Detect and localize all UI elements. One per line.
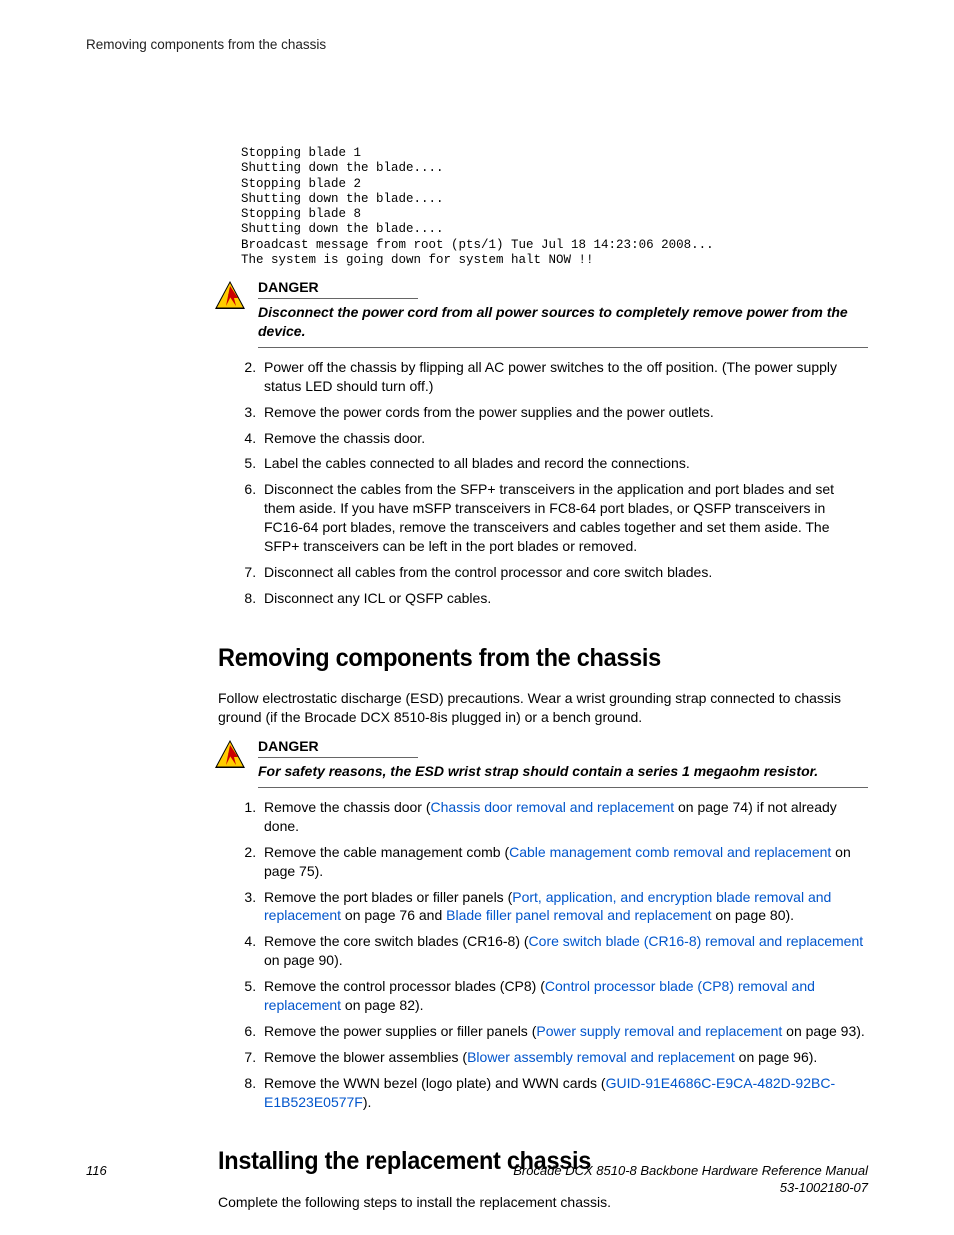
danger-icon <box>214 280 246 315</box>
step-item: Label the cables connected to all blades… <box>260 454 868 473</box>
step-item: Remove the chassis door (Chassis door re… <box>260 798 868 836</box>
xref-link[interactable]: Blower assembly removal and replacement <box>467 1049 735 1065</box>
step-item: Remove the port blades or filler panels … <box>260 888 868 926</box>
step-item: Remove the power supplies or filler pane… <box>260 1022 868 1041</box>
xref-link[interactable]: Cable management comb removal and replac… <box>509 844 831 860</box>
danger-label: DANGER <box>258 278 418 299</box>
danger-body: Disconnect the power cord from all power… <box>258 303 868 348</box>
danger-callout-2: DANGER For safety reasons, the ESD wrist… <box>214 737 868 788</box>
danger-label: DANGER <box>258 737 418 758</box>
step-item: Remove the blower assemblies (Blower ass… <box>260 1048 868 1067</box>
xref-link[interactable]: Power supply removal and replacement <box>536 1023 782 1039</box>
danger-icon <box>214 739 246 774</box>
danger-callout-1: DANGER Disconnect the power cord from al… <box>214 278 868 348</box>
terminal-output: Stopping blade 1 Shutting down the blade… <box>241 146 868 268</box>
xref-link[interactable]: Blade filler panel removal and replaceme… <box>446 907 711 923</box>
step-item: Disconnect the cables from the SFP+ tran… <box>260 480 868 556</box>
step-item: Remove the chassis door. <box>260 429 868 448</box>
xref-link[interactable]: Chassis door removal and replacement <box>431 799 675 815</box>
procedure-steps-b: Remove the chassis door (Chassis door re… <box>236 798 868 1111</box>
section-intro: Follow electrostatic discharge (ESD) pre… <box>218 689 868 727</box>
procedure-steps-a: Power off the chassis by flipping all AC… <box>236 358 868 608</box>
step-item: Remove the core switch blades (CR16-8) (… <box>260 932 868 970</box>
step-item: Disconnect all cables from the control p… <box>260 563 868 582</box>
step-item: Remove the power cords from the power su… <box>260 403 868 422</box>
running-header: Removing components from the chassis <box>86 36 868 54</box>
step-item: Disconnect any ICL or QSFP cables. <box>260 589 868 608</box>
step-item: Remove the cable management comb (Cable … <box>260 843 868 881</box>
danger-body: For safety reasons, the ESD wrist strap … <box>258 762 868 788</box>
step-item: Power off the chassis by flipping all AC… <box>260 358 868 396</box>
step-item: Remove the WWN bezel (logo plate) and WW… <box>260 1074 868 1112</box>
section-heading-removing: Removing components from the chassis <box>218 642 829 676</box>
page-footer: 116 Brocade DCX 8510-8 Backbone Hardware… <box>86 1162 868 1197</box>
step-item: Remove the control processor blades (CP8… <box>260 977 868 1015</box>
doc-number: 53-1002180-07 <box>513 1179 868 1197</box>
page-number: 116 <box>86 1162 107 1197</box>
xref-link[interactable]: Core switch blade (CR16-8) removal and r… <box>529 933 864 949</box>
manual-title: Brocade DCX 8510-8 Backbone Hardware Ref… <box>513 1162 868 1180</box>
